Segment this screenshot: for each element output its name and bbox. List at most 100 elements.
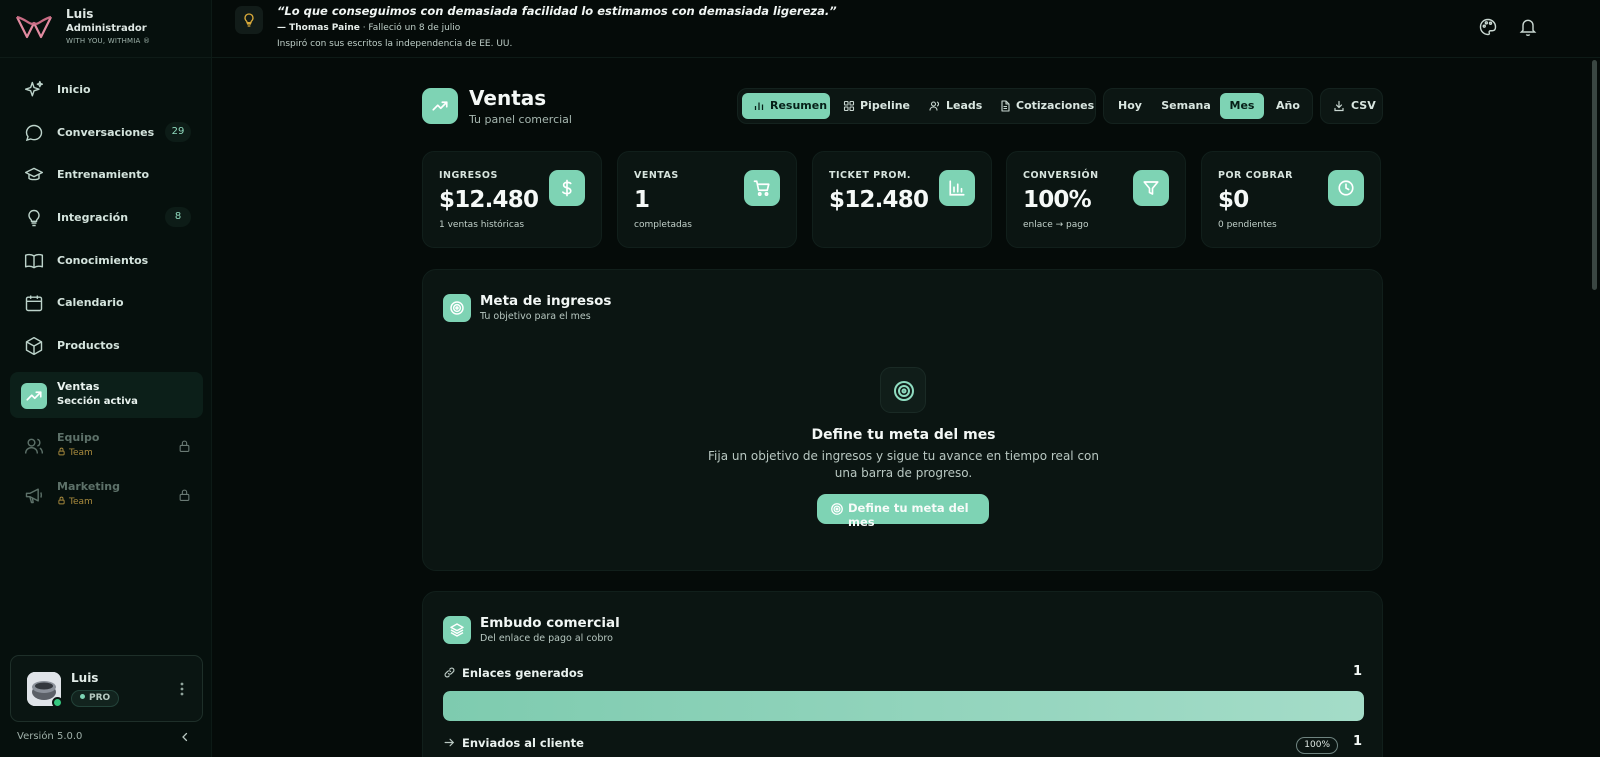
kpi-card-por-cobrar: POR COBRAR $0 0 pendientes <box>1201 151 1381 248</box>
sidebar-item-label: Conocimientos <box>57 254 149 267</box>
sidebar-item-label: Equipo <box>57 431 100 444</box>
sidebar-item-integracion[interactable]: Integración 8 <box>10 195 203 241</box>
sidebar-item-ventas[interactable]: Ventas Sección activa <box>10 372 203 418</box>
sidebar-item-marketing[interactable]: Marketing Team <box>10 472 203 518</box>
sidebar-item-inicio[interactable]: Inicio <box>10 67 203 113</box>
active-section-label: Sección activa <box>57 396 138 407</box>
team-label: Team <box>69 448 93 458</box>
sidebar-item-label: Conversaciones <box>57 126 155 139</box>
kpi-label: VENTAS <box>634 170 679 181</box>
plan-badge: PRO <box>71 690 120 707</box>
kpi-value: $12.480 <box>439 187 539 213</box>
target-icon <box>443 294 471 322</box>
tab-cotizaciones[interactable]: Cotizaciones <box>988 93 1095 119</box>
kpi-subtext: 0 pendientes <box>1218 220 1277 230</box>
box-icon <box>24 336 44 356</box>
kpi-value: 1 <box>634 187 650 213</box>
users-icon <box>929 100 941 112</box>
calendar-icon <box>24 293 44 313</box>
kpi-card-ventas: VENTAS 1 completadas <box>617 151 797 248</box>
funnel-stage-value: 1 <box>1352 734 1362 749</box>
sidebar-item-productos[interactable]: Productos <box>10 323 203 369</box>
document-icon <box>999 100 1011 112</box>
sidebar-item-equipo[interactable]: Equipo Team <box>10 423 203 469</box>
profile-card[interactable]: Luis PRO <box>10 655 203 722</box>
kpi-subtext: enlace → pago <box>1023 220 1089 230</box>
collapse-sidebar-chevron-icon[interactable] <box>179 731 191 743</box>
grid-icon <box>843 100 855 112</box>
graduation-cap-icon <box>24 165 44 185</box>
target-icon <box>880 367 926 413</box>
withmia-logo-icon[interactable] <box>14 14 54 40</box>
sidebar-item-entrenamiento[interactable]: Entrenamiento <box>10 152 203 198</box>
tab-resumen[interactable]: Resumen <box>742 93 830 119</box>
brand-header: Luis Administrador WITH YOU, WITHMIA ® <box>0 0 212 58</box>
panel-title: Embudo comercial <box>480 615 620 631</box>
panel-subtitle: Tu objetivo para el mes <box>480 311 591 322</box>
sidebar-item-calendario[interactable]: Calendario <box>10 280 203 326</box>
more-options-icon[interactable] <box>180 682 184 696</box>
quote-author: — Thomas Paine <box>277 23 360 33</box>
sidebar-item-label: Productos <box>57 339 120 352</box>
page-subtitle: Tu panel comercial <box>469 113 572 126</box>
daily-quote-text: “Lo que conseguimos con demasiada facili… <box>277 4 837 18</box>
integration-count-badge: 8 <box>165 207 191 227</box>
period-mes[interactable]: Mes <box>1220 93 1264 119</box>
megaphone-icon <box>24 485 44 505</box>
page-scrollbar[interactable] <box>1592 60 1597 290</box>
link-icon <box>443 666 456 679</box>
kpi-card-ticket: TICKET PROM. $12.480 <box>812 151 992 248</box>
tab-label: Cotizaciones <box>1016 99 1095 112</box>
sidebar-item-conversaciones[interactable]: Conversaciones 29 <box>10 110 203 156</box>
palette-icon[interactable] <box>1478 17 1498 37</box>
tab-label: Resumen <box>770 99 828 112</box>
user-tagline: WITH YOU, WITHMIA ® <box>66 37 151 45</box>
online-status-indicator <box>52 697 63 708</box>
tab-pipeline[interactable]: Pipeline <box>832 93 914 119</box>
funnel-stage-name: Enlaces generados <box>462 666 584 680</box>
kpi-subtext: completadas <box>634 220 692 230</box>
top-bar: “Lo que conseguimos con demasiada facili… <box>212 0 1600 58</box>
tab-label: Pipeline <box>860 99 910 112</box>
sparkles-icon <box>24 80 44 100</box>
users-icon <box>24 436 44 456</box>
period-hoy[interactable]: Hoy <box>1108 93 1152 119</box>
export-csv-button[interactable]: CSV <box>1320 88 1383 124</box>
period-semana[interactable]: Semana <box>1154 93 1218 119</box>
kpi-subtext: 1 ventas históricas <box>439 220 525 230</box>
define-goal-button[interactable]: Define tu meta del mes <box>817 494 989 529</box>
kpi-card-conversion: CONVERSIÓN 100% enlace → pago <box>1006 151 1186 248</box>
unread-count-badge: 29 <box>165 122 191 142</box>
book-icon <box>24 251 44 271</box>
quote-author-note: · Falleció un 8 de julio <box>359 23 461 33</box>
period-selector: Hoy Semana Mes Año <box>1103 88 1313 124</box>
quote-author-line: — Thomas Paine · Falleció un 8 de julio <box>277 23 460 33</box>
user-name: Luis <box>66 7 94 21</box>
panel-subtitle: Del enlace de pago al cobro <box>480 633 613 644</box>
page-title: Ventas <box>469 86 547 110</box>
app-version: Versión 5.0.0 <box>17 731 83 742</box>
quote-context: Inspiró con sus escritos la independenci… <box>277 39 513 49</box>
funnel-progress-bar <box>443 691 1364 721</box>
sidebar-item-label: Inicio <box>57 83 91 96</box>
cart-icon <box>744 170 780 206</box>
sidebar: Luis Administrador WITH YOU, WITHMIA ® I… <box>0 0 212 757</box>
funnel-stage-label: Enviados al cliente <box>443 736 584 750</box>
kpi-label: INGRESOS <box>439 170 498 181</box>
kpi-value: $0 <box>1218 187 1249 213</box>
panel-title: Meta de ingresos <box>480 293 612 309</box>
lightbulb-icon <box>235 6 263 34</box>
sidebar-item-conocimientos[interactable]: Conocimientos <box>10 238 203 284</box>
lock-icon <box>57 496 66 508</box>
bell-icon[interactable] <box>1518 17 1538 37</box>
view-tabs: Resumen Pipeline Leads Cotizaciones <box>737 88 1096 124</box>
kpi-card-ingresos: INGRESOS $12.480 1 ventas históricas <box>422 151 602 248</box>
sidebar-item-label: Marketing <box>57 480 121 493</box>
bar-chart-icon <box>939 170 975 206</box>
arrow-right-icon <box>443 736 456 749</box>
sidebar-item-label: Calendario <box>57 296 124 309</box>
kpi-label: POR COBRAR <box>1218 170 1293 181</box>
period-ano[interactable]: Año <box>1266 93 1310 119</box>
tab-leads[interactable]: Leads <box>918 93 984 119</box>
bar-chart-icon <box>753 100 765 112</box>
